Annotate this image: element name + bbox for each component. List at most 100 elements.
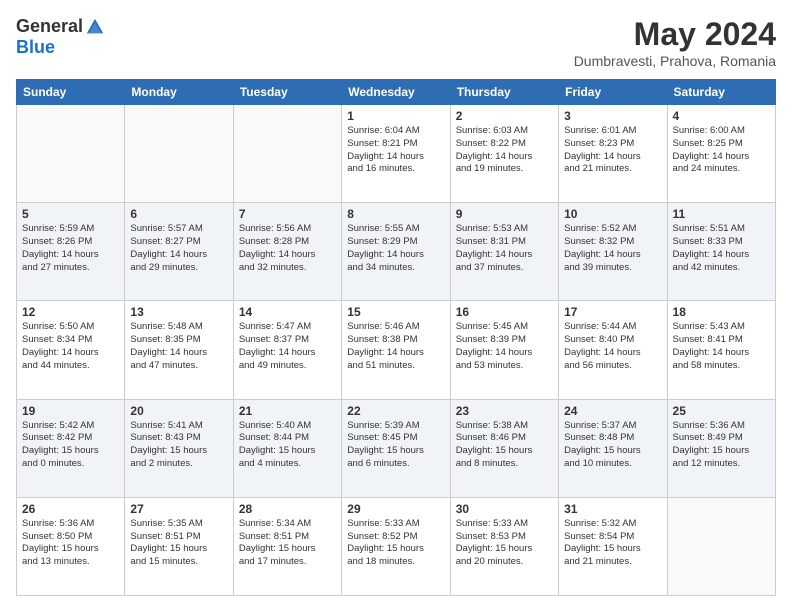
day-info: Sunrise: 5:50 AMSunset: 8:34 PMDaylight:…	[22, 321, 119, 372]
table-row: 13 Sunrise: 5:48 AMSunset: 8:35 PMDayligh…	[125, 301, 233, 399]
table-row: 24Sunrise: 5:37 AMSunset: 8:48 PMDayligh…	[559, 399, 667, 497]
table-row: 8Sunrise: 5:55 AMSunset: 8:29 PMDaylight…	[342, 203, 450, 301]
table-row: 25 Sunrise: 5:36 AMSunset: 8:49 PMDayligh…	[667, 399, 775, 497]
header-monday: Monday	[125, 80, 233, 105]
day-info: Sunrise: 5:36 AMSunset: 8:50 PMDaylight:…	[22, 518, 119, 569]
table-row: 31Sunrise: 5:32 AMSunset: 8:54 PMDayligh…	[559, 497, 667, 595]
title-section: May 2024 Dumbravesti, Prahova, Romania	[574, 16, 776, 69]
day-number: 25	[673, 404, 770, 418]
day-number: 17	[564, 305, 661, 319]
table-row: 20 Sunrise: 5:41 AMSunset: 8:43 PMDayligh…	[125, 399, 233, 497]
calendar-week-row: 19Sunrise: 5:42 AMSunset: 8:42 PMDayligh…	[17, 399, 776, 497]
day-info: Sunrise: 5:56 AMSunset: 8:28 PMDaylight:…	[239, 223, 336, 274]
table-row: 18 Sunrise: 5:43 AMSunset: 8:41 PMDayligh…	[667, 301, 775, 399]
month-title: May 2024	[574, 16, 776, 53]
location: Dumbravesti, Prahova, Romania	[574, 53, 776, 69]
table-row	[667, 497, 775, 595]
header-sunday: Sunday	[17, 80, 125, 105]
table-row: 16 Sunrise: 5:45 AMSunset: 8:39 PMDayligh…	[450, 301, 558, 399]
day-info: Sunrise: 5:48 AMSunset: 8:35 PMDaylight:…	[130, 321, 227, 372]
table-row: 1 Sunrise: 6:04 AMSunset: 8:21 PMDaylight…	[342, 105, 450, 203]
header-tuesday: Tuesday	[233, 80, 341, 105]
table-row: 17 Sunrise: 5:44 AMSunset: 8:40 PMDayligh…	[559, 301, 667, 399]
day-number: 14	[239, 305, 336, 319]
day-info: Sunrise: 5:51 AMSunset: 8:33 PMDaylight:…	[673, 223, 770, 274]
day-number: 11	[673, 207, 770, 221]
header-wednesday: Wednesday	[342, 80, 450, 105]
day-info: Sunrise: 5:38 AMSunset: 8:46 PMDaylight:…	[456, 420, 553, 471]
header-saturday: Saturday	[667, 80, 775, 105]
day-info: Sunrise: 5:47 AMSunset: 8:37 PMDaylight:…	[239, 321, 336, 372]
day-number: 8	[347, 207, 444, 221]
day-number: 23	[456, 404, 553, 418]
day-number: 2	[456, 109, 553, 123]
calendar-week-row: 26 Sunrise: 5:36 AMSunset: 8:50 PMDayligh…	[17, 497, 776, 595]
day-info: Sunrise: 6:03 AMSunset: 8:22 PMDaylight:…	[456, 125, 553, 176]
table-row: 19Sunrise: 5:42 AMSunset: 8:42 PMDayligh…	[17, 399, 125, 497]
table-row: 5 Sunrise: 5:59 AMSunset: 8:26 PMDaylight…	[17, 203, 125, 301]
calendar-week-row: 5 Sunrise: 5:59 AMSunset: 8:26 PMDaylight…	[17, 203, 776, 301]
table-row: 12Sunrise: 5:50 AMSunset: 8:34 PMDayligh…	[17, 301, 125, 399]
header: General Blue May 2024 Dumbravesti, Praho…	[16, 16, 776, 69]
page: General Blue May 2024 Dumbravesti, Praho…	[0, 0, 792, 612]
day-number: 26	[22, 502, 119, 516]
day-number: 16	[456, 305, 553, 319]
day-info: Sunrise: 5:44 AMSunset: 8:40 PMDaylight:…	[564, 321, 661, 372]
day-number: 21	[239, 404, 336, 418]
day-info: Sunrise: 5:53 AMSunset: 8:31 PMDaylight:…	[456, 223, 553, 274]
day-info: Sunrise: 5:41 AMSunset: 8:43 PMDaylight:…	[130, 420, 227, 471]
table-row: 22 Sunrise: 5:39 AMSunset: 8:45 PMDayligh…	[342, 399, 450, 497]
day-info: Sunrise: 5:35 AMSunset: 8:51 PMDaylight:…	[130, 518, 227, 569]
day-number: 18	[673, 305, 770, 319]
day-number: 30	[456, 502, 553, 516]
calendar-week-row: 12Sunrise: 5:50 AMSunset: 8:34 PMDayligh…	[17, 301, 776, 399]
calendar-week-row: 1 Sunrise: 6:04 AMSunset: 8:21 PMDaylight…	[17, 105, 776, 203]
day-info: Sunrise: 6:00 AMSunset: 8:25 PMDaylight:…	[673, 125, 770, 176]
day-number: 1	[347, 109, 444, 123]
day-number: 22	[347, 404, 444, 418]
logo-blue-text: Blue	[16, 37, 55, 57]
logo-icon	[85, 17, 105, 37]
table-row	[233, 105, 341, 203]
table-row: 6 Sunrise: 5:57 AMSunset: 8:27 PMDaylight…	[125, 203, 233, 301]
day-info: Sunrise: 5:36 AMSunset: 8:49 PMDaylight:…	[673, 420, 770, 471]
day-number: 28	[239, 502, 336, 516]
header-thursday: Thursday	[450, 80, 558, 105]
day-info: Sunrise: 5:43 AMSunset: 8:41 PMDaylight:…	[673, 321, 770, 372]
table-row: 29 Sunrise: 5:33 AMSunset: 8:52 PMDayligh…	[342, 497, 450, 595]
table-row: 7 Sunrise: 5:56 AMSunset: 8:28 PMDaylight…	[233, 203, 341, 301]
day-info: Sunrise: 5:34 AMSunset: 8:51 PMDaylight:…	[239, 518, 336, 569]
table-row: 27Sunrise: 5:35 AMSunset: 8:51 PMDayligh…	[125, 497, 233, 595]
logo: General Blue	[16, 16, 105, 58]
day-number: 7	[239, 207, 336, 221]
table-row: 2 Sunrise: 6:03 AMSunset: 8:22 PMDaylight…	[450, 105, 558, 203]
table-row: 30 Sunrise: 5:33 AMSunset: 8:53 PMDayligh…	[450, 497, 558, 595]
day-number: 29	[347, 502, 444, 516]
day-info: Sunrise: 5:33 AMSunset: 8:52 PMDaylight:…	[347, 518, 444, 569]
table-row: 11 Sunrise: 5:51 AMSunset: 8:33 PMDayligh…	[667, 203, 775, 301]
table-row: 21 Sunrise: 5:40 AMSunset: 8:44 PMDayligh…	[233, 399, 341, 497]
day-number: 4	[673, 109, 770, 123]
day-info: Sunrise: 5:40 AMSunset: 8:44 PMDaylight:…	[239, 420, 336, 471]
table-row: 28 Sunrise: 5:34 AMSunset: 8:51 PMDayligh…	[233, 497, 341, 595]
day-info: Sunrise: 5:33 AMSunset: 8:53 PMDaylight:…	[456, 518, 553, 569]
day-info: Sunrise: 5:52 AMSunset: 8:32 PMDaylight:…	[564, 223, 661, 274]
day-info: Sunrise: 5:45 AMSunset: 8:39 PMDaylight:…	[456, 321, 553, 372]
day-number: 13	[130, 305, 227, 319]
day-number: 31	[564, 502, 661, 516]
table-row: 15Sunrise: 5:46 AMSunset: 8:38 PMDayligh…	[342, 301, 450, 399]
day-number: 20	[130, 404, 227, 418]
day-info: Sunrise: 5:57 AMSunset: 8:27 PMDaylight:…	[130, 223, 227, 274]
table-row: 9 Sunrise: 5:53 AMSunset: 8:31 PMDaylight…	[450, 203, 558, 301]
day-info: Sunrise: 5:39 AMSunset: 8:45 PMDaylight:…	[347, 420, 444, 471]
calendar-table: Sunday Monday Tuesday Wednesday Thursday…	[16, 79, 776, 596]
table-row: 23 Sunrise: 5:38 AMSunset: 8:46 PMDayligh…	[450, 399, 558, 497]
day-info: Sunrise: 6:04 AMSunset: 8:21 PMDaylight:…	[347, 125, 444, 176]
day-number: 5	[22, 207, 119, 221]
table-row	[17, 105, 125, 203]
day-number: 3	[564, 109, 661, 123]
day-info: Sunrise: 5:37 AMSunset: 8:48 PMDaylight:…	[564, 420, 661, 471]
day-info: Sunrise: 5:59 AMSunset: 8:26 PMDaylight:…	[22, 223, 119, 274]
day-number: 6	[130, 207, 227, 221]
day-number: 9	[456, 207, 553, 221]
